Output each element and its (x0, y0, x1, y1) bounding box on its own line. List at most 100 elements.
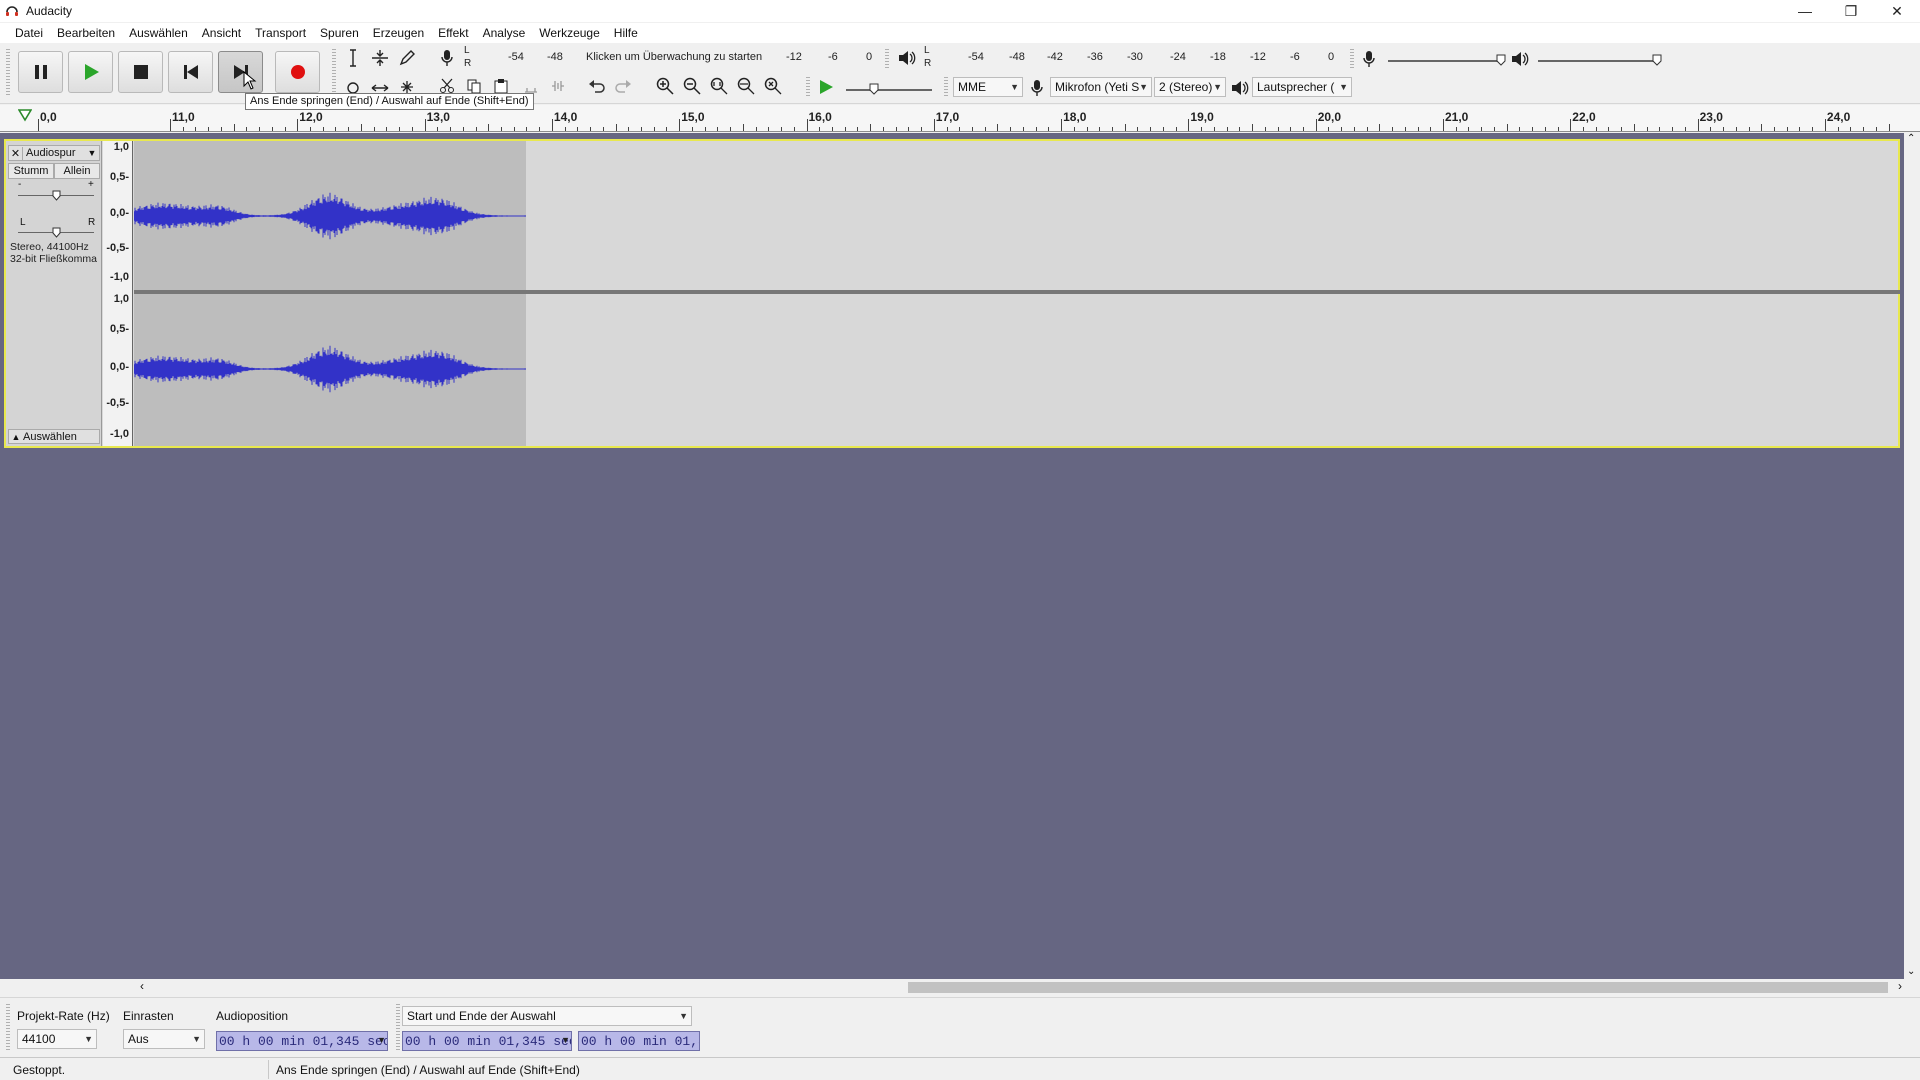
ruler-minor-tick (781, 127, 783, 131)
scroll-left-icon[interactable]: ‹ (140, 979, 144, 993)
menu-werkzeuge[interactable]: Werkzeuge (532, 23, 606, 43)
ruler-tick (297, 119, 299, 131)
rec-meter-hint[interactable]: Klicken um Überwachung zu starten (586, 51, 762, 63)
play-button[interactable] (68, 51, 113, 93)
menu-datei[interactable]: Datei (8, 23, 50, 43)
menu-spuren[interactable]: Spuren (313, 23, 366, 43)
skip-to-start-button[interactable] (168, 51, 213, 93)
toolbar-grip[interactable] (396, 1004, 400, 1050)
chevron-down-icon[interactable]: ▼ (85, 148, 99, 158)
ruler-minor-tick (1073, 127, 1075, 131)
snap-select[interactable]: Aus ▼ (123, 1029, 205, 1049)
stop-button[interactable] (118, 51, 163, 93)
track-area[interactable]: ✕ Audiospur ▼ Stumm Allein - + L R Stere… (0, 133, 1904, 979)
selection-end-field[interactable]: 00 h 00 min 01,34 (578, 1031, 700, 1051)
toolbar-grip[interactable] (1350, 49, 1354, 69)
minimize-icon[interactable]: — (1782, 0, 1828, 22)
timeshift-icon (371, 84, 389, 92)
close-icon[interactable]: ✕ (1874, 0, 1920, 22)
pause-button[interactable] (18, 51, 63, 93)
menu-effekt[interactable]: Effekt (431, 23, 475, 43)
undo-button[interactable] (586, 75, 608, 97)
menu-erzeugen[interactable]: Erzeugen (366, 23, 431, 43)
ruler-label: 23,0 (1699, 110, 1723, 124)
playback-volume-slider[interactable] (1538, 60, 1658, 62)
pan-thumb-icon[interactable] (52, 227, 61, 238)
zoom-toggle-button[interactable] (762, 75, 784, 97)
toolbar-grip[interactable] (332, 49, 336, 97)
menu-hilfe[interactable]: Hilfe (607, 23, 645, 43)
fit-selection-button[interactable] (708, 75, 730, 97)
ruler-minor-tick (1226, 127, 1228, 131)
ruler-minor-tick (641, 127, 642, 131)
fit-project-button[interactable] (735, 75, 757, 97)
toolbar-grip[interactable] (6, 49, 10, 97)
output-device-select[interactable]: Lautsprecher (▼ (1252, 77, 1352, 97)
selection-tool-button[interactable] (342, 47, 364, 69)
amp-label: -1,0 (110, 428, 129, 440)
menu-bearbeiten[interactable]: Bearbeiten (50, 23, 122, 43)
play-at-speed-button[interactable] (815, 76, 837, 98)
record-meter-button[interactable] (436, 47, 458, 69)
draw-tool-button[interactable] (396, 47, 418, 69)
scroll-up-icon[interactable]: ⌃ (1907, 133, 1915, 144)
zoom-in-button[interactable] (654, 75, 676, 97)
track-control-panel[interactable]: ✕ Audiospur ▼ Stumm Allein - + L R Stere… (6, 141, 102, 446)
pan-left-label: L (20, 217, 26, 228)
recording-volume-thumb-icon[interactable] (1496, 54, 1506, 66)
selection-start-field[interactable]: 00 h 00 min 01,345 sec ▼ (402, 1031, 572, 1051)
maximize-icon[interactable]: ❐ (1828, 0, 1874, 22)
solo-button[interactable]: Allein (54, 163, 100, 179)
ruler-minor-tick (1022, 127, 1024, 131)
mute-button[interactable]: Stumm (8, 163, 54, 179)
play-meter-scale: -12 (1250, 51, 1266, 63)
rec-meter-scale-0: 0 (866, 51, 873, 63)
audio-position-field[interactable]: 00 h 00 min 01,345 sec ▼ (216, 1031, 388, 1051)
gain-thumb-icon[interactable] (52, 190, 61, 201)
menu-auswaehlen[interactable]: Auswählen (122, 23, 195, 43)
redo-button[interactable] (612, 75, 634, 97)
scroll-right-icon[interactable]: › (1898, 979, 1902, 993)
toolbar-grip[interactable] (806, 77, 810, 97)
timeline-options-icon[interactable] (18, 108, 32, 122)
vertical-scrollbar[interactable]: ⌃ ⌄ (1904, 133, 1920, 979)
project-rate-select[interactable]: 44100 ▼ (17, 1029, 97, 1049)
scroll-down-icon[interactable]: ⌄ (1907, 966, 1915, 977)
play-speed-slider[interactable] (846, 89, 932, 91)
zoom-out-button[interactable] (681, 75, 703, 97)
audio-track[interactable]: ✕ Audiospur ▼ Stumm Allein - + L R Stere… (4, 139, 1900, 448)
envelope-tool-button[interactable] (369, 47, 391, 69)
recording-volume-slider[interactable] (1388, 60, 1504, 62)
ruler-minor-tick (1672, 127, 1674, 131)
track-format-line2: 32-bit Fließkomma (10, 253, 97, 265)
collapse-track-icon[interactable]: ▲ (9, 432, 23, 442)
amp-label: 0,5- (110, 323, 129, 335)
ruler-tick (933, 119, 935, 131)
horizontal-scroll-thumb[interactable] (908, 982, 1888, 993)
select-track-button[interactable]: ▲ Auswählen (8, 429, 100, 444)
menu-transport[interactable]: Transport (248, 23, 313, 43)
menu-analyse[interactable]: Analyse (476, 23, 533, 43)
horizontal-scrollbar[interactable]: ‹ › (140, 979, 1904, 996)
ruler-minor-tick (1404, 127, 1406, 131)
track-header[interactable]: ✕ Audiospur ▼ (8, 145, 100, 161)
playback-volume-thumb-icon[interactable] (1652, 54, 1662, 66)
play-meter-button[interactable] (896, 47, 918, 69)
toolbar-grip[interactable] (6, 1004, 10, 1050)
record-button[interactable] (275, 51, 320, 93)
toolbar-grip[interactable] (885, 49, 889, 69)
toolbar-grip[interactable] (944, 77, 948, 97)
play-speed-thumb-icon[interactable] (869, 83, 879, 95)
project-rate-label: Projekt-Rate (Hz) (17, 1009, 110, 1023)
track-name-menu[interactable]: Audiospur (23, 147, 85, 159)
waveform-area[interactable] (134, 141, 1900, 446)
close-track-icon[interactable]: ✕ (9, 146, 23, 160)
amplitude-ruler[interactable]: 1,0 0,5- 0,0- -0,5- -1,0 1,0 0,5- 0,0- -… (103, 141, 133, 446)
silence-button[interactable] (547, 75, 569, 97)
ruler-minor-tick (895, 127, 897, 131)
input-channels-select[interactable]: 2 (Stereo) ▼ (1154, 77, 1226, 97)
input-device-select[interactable]: Mikrofon (Yeti S ▼ (1050, 77, 1152, 97)
audio-host-select[interactable]: MME ▼ (953, 77, 1023, 97)
menu-ansicht[interactable]: Ansicht (195, 23, 248, 43)
selection-mode-select[interactable]: Start und Ende der Auswahl ▼ (402, 1006, 692, 1026)
